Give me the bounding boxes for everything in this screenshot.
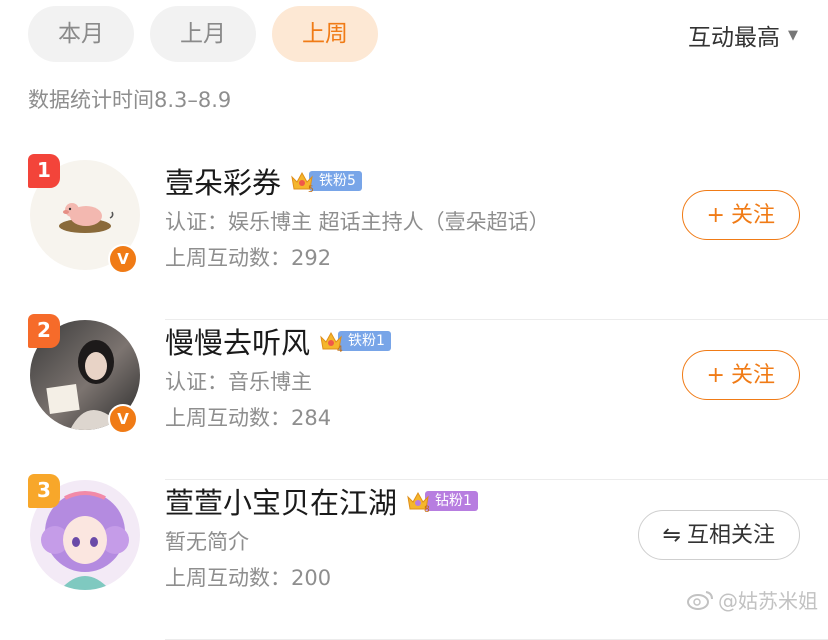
follow-button-label: 关注 (730, 203, 775, 228)
verified-badge-icon: V (108, 244, 138, 274)
mutual-follow-button[interactable]: ⇋ 互相关注 (637, 510, 800, 560)
list-item[interactable]: 1 V 壹朵彩券 5 铁粉5 认证：娱乐博主 超话主持人（壹朵超话） 上周互动数… (0, 154, 828, 320)
follow-button[interactable]: + 关注 (681, 190, 800, 240)
fan-level: 5 (308, 185, 314, 194)
weibo-logo-icon (687, 590, 713, 610)
plus-icon: + (706, 363, 725, 388)
period-tabs: 本月 上月 上周 (28, 6, 378, 62)
caret-down-icon: ▼ (788, 27, 798, 43)
avatar-container[interactable]: 2 V (28, 314, 140, 434)
watermark: @姑苏米姐 (686, 585, 818, 614)
follow-button-label: 关注 (730, 363, 775, 388)
fan-badge: 8 钻粉1 (405, 488, 478, 515)
tab-this-month[interactable]: 本月 (28, 6, 134, 62)
crown-icon: 5 (289, 168, 315, 195)
rank-badge: 1 (28, 154, 60, 188)
crown-icon: 8 (405, 488, 431, 515)
bio-text: 暂无简介 (165, 530, 249, 554)
verified-badge-icon: V (108, 404, 138, 434)
plus-icon: + (706, 203, 725, 228)
tab-last-month[interactable]: 上月 (150, 6, 256, 62)
avatar-container[interactable]: 1 V (28, 154, 140, 274)
fan-label: 铁粉5 (309, 171, 362, 191)
avatar-container[interactable]: 3 (28, 474, 140, 590)
fan-level: 8 (424, 505, 430, 514)
verification-text: 认证：音乐博主 (165, 370, 312, 394)
fan-badge: 5 铁粉5 (289, 168, 362, 195)
interaction-count: 上周互动数：284 (165, 406, 332, 430)
user-name[interactable]: 慢慢去听风 (165, 320, 310, 362)
stat-period-text: 数据统计时间8.3–8.9 (28, 88, 232, 112)
rank-badge: 3 (28, 474, 60, 508)
tab-last-week[interactable]: 上周 (272, 6, 378, 62)
list-item[interactable]: 2 V 慢慢去听风 4 铁粉1 认证：音乐博主 上周互动数：284 + 关注 (0, 314, 828, 480)
follow-button[interactable]: + 关注 (681, 350, 800, 400)
fan-label: 钻粉1 (425, 491, 478, 511)
fan-badge: 4 铁粉1 (318, 328, 391, 355)
rank-badge: 2 (28, 314, 60, 348)
user-name[interactable]: 萱萱小宝贝在江湖 (165, 480, 397, 522)
crown-icon: 4 (318, 328, 344, 355)
mutual-follow-button-label: 互相关注 (686, 523, 775, 548)
watermark-text: @姑苏米姐 (718, 589, 818, 613)
sort-dropdown[interactable]: 互动最高 ▼ (688, 18, 798, 52)
interaction-count: 上周互动数：292 (165, 246, 332, 270)
list-item[interactable]: 3 萱萱小宝贝在江湖 8 钻粉1 暂无简介 上周互动数：200 ⇋ 互相关注 (0, 474, 828, 640)
mutual-arrows-icon: ⇋ (662, 523, 681, 548)
sort-label: 互动最高 (688, 25, 780, 51)
user-name[interactable]: 壹朵彩券 (165, 160, 281, 202)
interaction-count: 上周互动数：200 (165, 566, 332, 590)
fan-level: 4 (337, 345, 343, 354)
fan-label: 铁粉1 (338, 331, 391, 351)
verification-text: 认证：娱乐博主 超话主持人（壹朵超话） (165, 210, 550, 234)
